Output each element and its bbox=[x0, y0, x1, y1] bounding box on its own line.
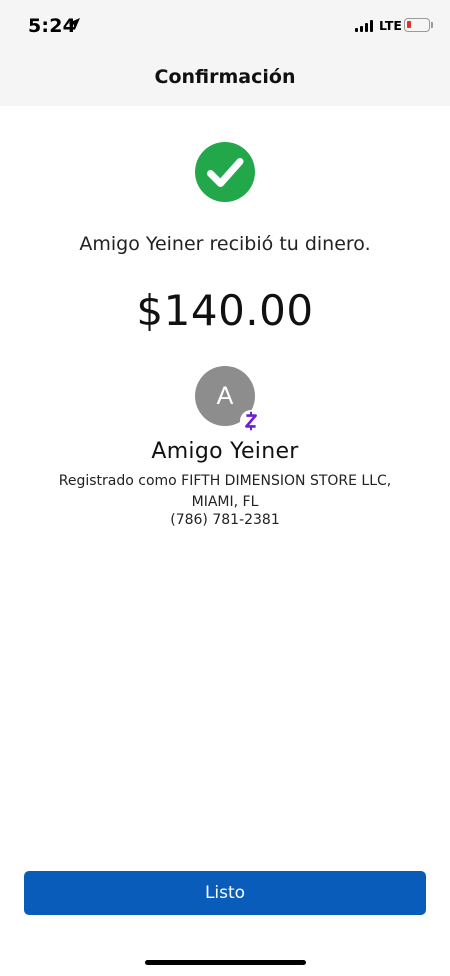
status-bar: 5:24 LTE bbox=[0, 0, 450, 54]
signal-icon bbox=[355, 20, 375, 32]
amount-sent: $140.00 bbox=[136, 286, 314, 335]
confirmation-message: Amigo Yeiner recibió tu dinero. bbox=[79, 233, 371, 255]
battery-tip bbox=[431, 22, 433, 28]
network-type: LTE bbox=[379, 18, 402, 33]
done-button[interactable]: Listo bbox=[24, 871, 426, 915]
page-title: Confirmación bbox=[154, 66, 296, 88]
recipient-phone: (786) 781-2381 bbox=[170, 512, 280, 528]
check-circle-icon bbox=[195, 142, 255, 202]
zelle-icon bbox=[240, 410, 262, 432]
home-indicator bbox=[145, 960, 306, 965]
battery-low-icon bbox=[404, 18, 430, 32]
location-arrow-icon bbox=[68, 18, 80, 30]
recipient-name: Amigo Yeiner bbox=[151, 439, 299, 464]
recipient-registered-info: Registrado como FIFTH DIMENSION STORE LL… bbox=[58, 473, 392, 510]
